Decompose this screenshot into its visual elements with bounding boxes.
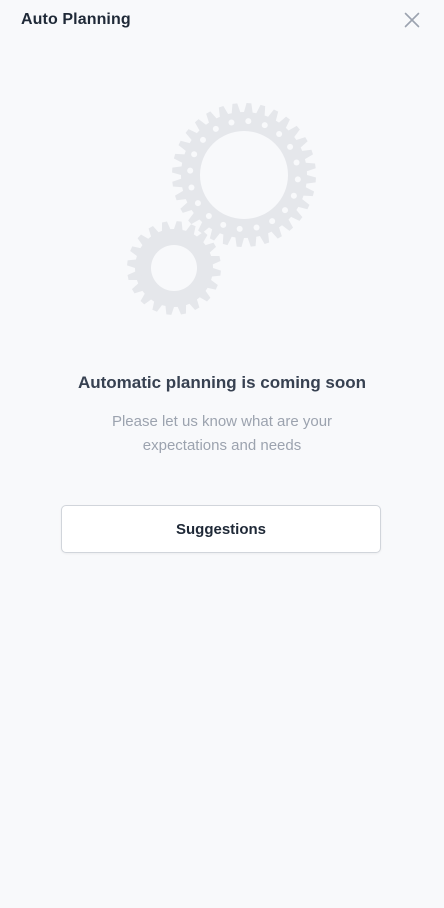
panel-title: Auto Planning bbox=[21, 11, 131, 28]
suggestions-button[interactable]: Suggestions bbox=[61, 505, 381, 553]
small-gear bbox=[127, 221, 221, 315]
close-button[interactable] bbox=[402, 10, 422, 30]
gears-illustration bbox=[120, 98, 324, 322]
coming-soon-heading: Automatic planning is coming soon bbox=[77, 373, 367, 392]
close-icon bbox=[404, 12, 420, 28]
panel-header: Auto Planning bbox=[0, 0, 444, 44]
coming-soon-description: Please let us know what are your expecta… bbox=[111, 413, 333, 454]
gears-icon bbox=[127, 103, 316, 315]
